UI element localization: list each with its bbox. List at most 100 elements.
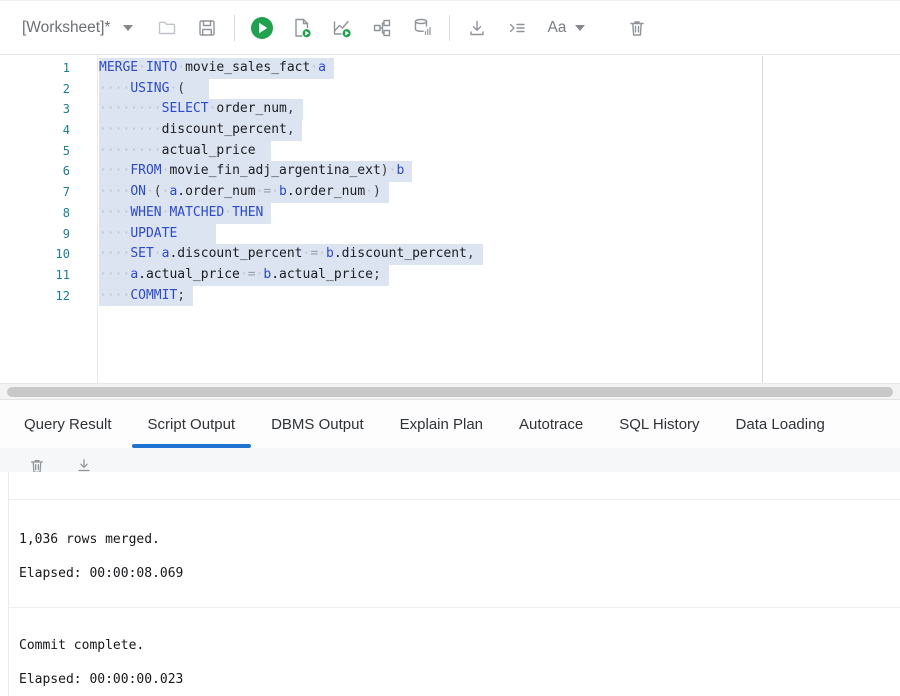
line-number: 4 [0, 120, 97, 141]
code-token: discount_percent [162, 122, 287, 137]
code-text: ····UPDATE [97, 224, 216, 245]
run-icon [250, 16, 274, 40]
clear-worksheet-button[interactable] [617, 8, 657, 48]
code-token: FROM [130, 163, 161, 178]
tab-autotrace[interactable]: Autotrace [501, 400, 601, 448]
format-button[interactable] [497, 8, 537, 48]
code-text: ········actual_price [97, 141, 271, 162]
code-line[interactable]: 4········discount_percent, [0, 120, 900, 141]
code-token: .order_num [287, 184, 365, 199]
code-token: movie_fin_adj_argentina_ext [169, 163, 380, 178]
tab-dbms-output[interactable]: DBMS Output [253, 400, 382, 448]
download-button[interactable] [457, 8, 497, 48]
selection-highlight: ····USING·( [99, 79, 209, 100]
explain-plan-button[interactable] [362, 8, 402, 48]
chart-run-icon [331, 17, 353, 39]
line-number: 12 [0, 286, 97, 307]
font-size-label: Aa [547, 19, 566, 37]
code-text: MERGE·INTO·movie_sales_fact·a [97, 58, 334, 79]
code-text: ········discount_percent, [97, 120, 302, 141]
save-button[interactable] [187, 8, 227, 48]
line-number: 9 [0, 224, 97, 245]
tab-explain-plan[interactable]: Explain Plan [382, 400, 501, 448]
selection-highlight: ····UPDATE [99, 224, 216, 245]
clear-output-button[interactable] [28, 457, 48, 472]
selection-highlight: ····WHEN·MATCHED·THEN [99, 203, 271, 224]
code-token: b [279, 184, 287, 199]
line-number: 2 [0, 79, 97, 100]
script-output-toolbar [0, 448, 900, 472]
code-line[interactable]: 5········actual_price [0, 141, 900, 162]
code-token: ( [177, 81, 185, 96]
worksheet-toolbar: [Worksheet]* [0, 0, 900, 55]
code-token: SET [130, 246, 153, 261]
output-blocks: 1,036 rows merged. Elapsed: 00:00:08.069 C… [9, 500, 900, 687]
run-statement-button[interactable] [242, 8, 282, 48]
tab-data-loading[interactable]: Data Loading [718, 400, 843, 448]
code-token: ; [177, 288, 185, 303]
code-token: INTO [146, 60, 177, 75]
tab-query-result[interactable]: Query Result [6, 400, 130, 448]
download-output-button[interactable] [75, 457, 95, 472]
code-token: , [467, 246, 475, 261]
code-text: ····USING·( [97, 79, 209, 100]
tab-script-output[interactable]: Script Output [130, 400, 254, 448]
line-number: 6 [0, 161, 97, 182]
code-token: a [130, 267, 138, 282]
code-line[interactable]: 6····FROM·movie_fin_adj_argentina_ext)·b [0, 161, 900, 182]
code-token: .actual_price [271, 267, 373, 282]
code-text: ····ON·(·a.order_num·=·b.order_num·) [97, 182, 389, 203]
code-text: ····SET·a.discount_percent·=·b.discount_… [97, 244, 483, 265]
worksheet-selector[interactable]: [Worksheet]* [22, 19, 133, 37]
code-token: · [224, 205, 232, 220]
output-line: Elapsed: 00:00:08.069 [19, 566, 900, 581]
document-run-icon [291, 17, 313, 39]
code-token: .order_num [177, 184, 255, 199]
output-line: Commit complete. [19, 638, 900, 653]
output-block: Commit complete.Elapsed: 00:00:00.023 [9, 608, 900, 687]
code-token: · [240, 267, 248, 282]
code-token: .actual_price [138, 267, 240, 282]
code-token: order_num [216, 101, 286, 116]
db-activity-button[interactable] [402, 8, 442, 48]
code-token: ···· [99, 205, 130, 220]
code-token: ; [373, 267, 381, 282]
code-line[interactable]: 1MERGE·INTO·movie_sales_fact·a [0, 58, 900, 79]
code-token: ···· [99, 184, 130, 199]
open-file-button[interactable] [147, 8, 187, 48]
code-lines: 1MERGE·INTO·movie_sales_fact·a2····USING… [0, 58, 900, 306]
worksheet-title: [Worksheet]* [22, 19, 110, 37]
code-token: MATCHED [169, 205, 224, 220]
code-line[interactable]: 9····UPDATE [0, 224, 900, 245]
code-token: = [248, 267, 256, 282]
trash-icon [627, 18, 647, 38]
output-line: 1,036 rows merged. [19, 532, 900, 547]
save-icon [197, 18, 217, 38]
font-size-button[interactable]: Aa [537, 8, 595, 48]
code-token: · [271, 184, 279, 199]
code-token: · [365, 184, 373, 199]
scrollbar-thumb[interactable] [7, 387, 893, 397]
code-line[interactable]: 11····a.actual_price·=·b.actual_price; [0, 265, 900, 286]
output-block: 1,036 rows merged. Elapsed: 00:00:08.069 [9, 500, 900, 608]
code-token: · [177, 60, 185, 75]
code-line[interactable]: 10····SET·a.discount_percent·=·b.discoun… [0, 244, 900, 265]
result-tab-bar: Query ResultScript OutputDBMS OutputExpl… [0, 399, 900, 448]
sql-editor[interactable]: 1MERGE·INTO·movie_sales_fact·a2····USING… [0, 55, 900, 383]
tab-sql-history[interactable]: SQL History [601, 400, 717, 448]
selection-highlight: ····COMMIT; [99, 286, 193, 307]
code-token: · [310, 60, 318, 75]
code-token: · [318, 246, 326, 261]
run-script-button[interactable] [282, 8, 322, 48]
code-line[interactable]: 7····ON·(·a.order_num·=·b.order_num·) [0, 182, 900, 203]
code-line[interactable]: 3········SELECT·order_num, [0, 99, 900, 120]
code-line[interactable]: 12····COMMIT; [0, 286, 900, 307]
code-token: ········ [99, 122, 162, 137]
autotrace-button[interactable] [322, 8, 362, 48]
line-number: 10 [0, 244, 97, 265]
code-line[interactable]: 8····WHEN·MATCHED·THEN [0, 203, 900, 224]
code-token: MERGE [99, 60, 138, 75]
code-token: ···· [99, 226, 130, 241]
code-text: ····COMMIT; [97, 286, 193, 307]
code-line[interactable]: 2····USING·( [0, 79, 900, 100]
